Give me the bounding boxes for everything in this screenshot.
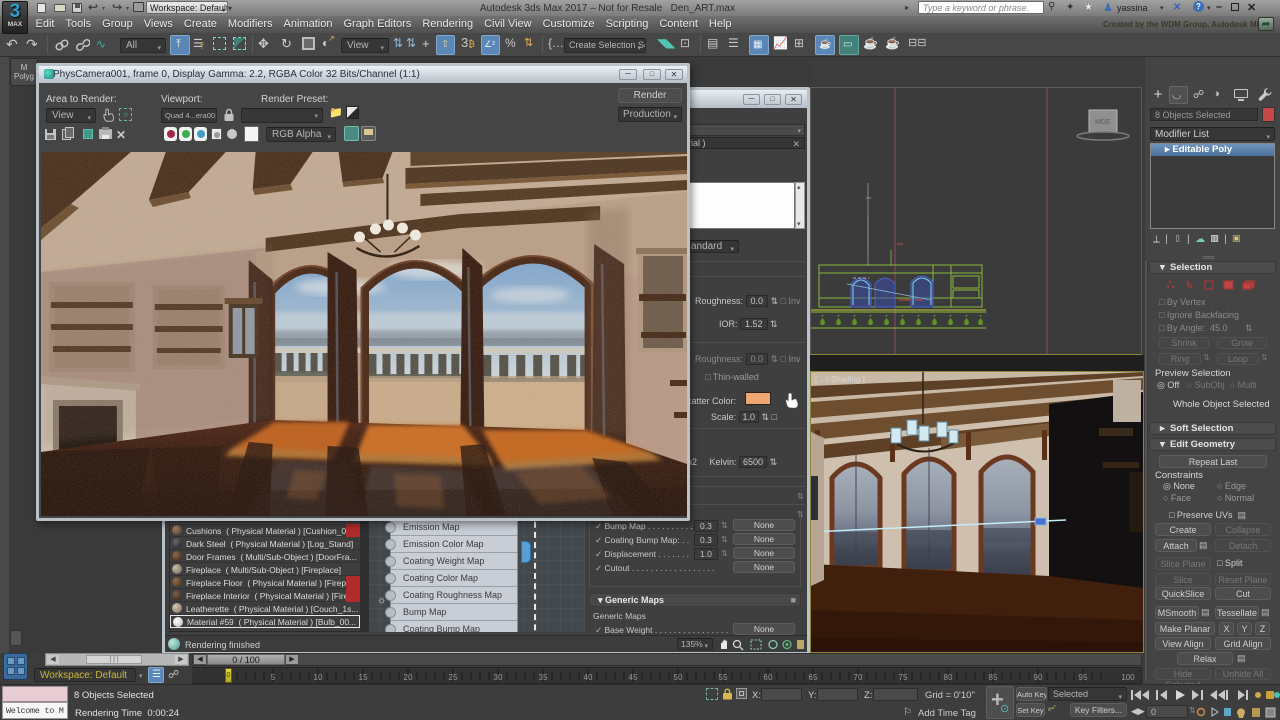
svg-text:15: 15 bbox=[359, 673, 368, 682]
svg-text:25: 25 bbox=[449, 673, 458, 682]
svg-text:10: 10 bbox=[314, 673, 323, 682]
svg-text:30: 30 bbox=[494, 673, 503, 682]
svg-text:75: 75 bbox=[899, 673, 908, 682]
svg-text:55: 55 bbox=[719, 673, 728, 682]
svg-text:MDE: MDE bbox=[1095, 119, 1111, 126]
svg-text:95: 95 bbox=[1079, 673, 1088, 682]
svg-text:40: 40 bbox=[584, 673, 593, 682]
svg-text:70: 70 bbox=[854, 673, 863, 682]
svg-text:60: 60 bbox=[764, 673, 773, 682]
svg-text:85: 85 bbox=[989, 673, 998, 682]
svg-text:90: 90 bbox=[1034, 673, 1043, 682]
svg-text:20: 20 bbox=[404, 673, 413, 682]
svg-text:65: 65 bbox=[809, 673, 818, 682]
svg-text:100: 100 bbox=[1121, 673, 1135, 682]
svg-text:50: 50 bbox=[674, 673, 683, 682]
svg-text:80: 80 bbox=[944, 673, 953, 682]
svg-text:45: 45 bbox=[629, 673, 638, 682]
svg-text:5: 5 bbox=[271, 673, 276, 682]
svg-text:35: 35 bbox=[539, 673, 548, 682]
svg-text:[ ...t·Shading ]: [ ...t·Shading ] bbox=[815, 375, 865, 384]
